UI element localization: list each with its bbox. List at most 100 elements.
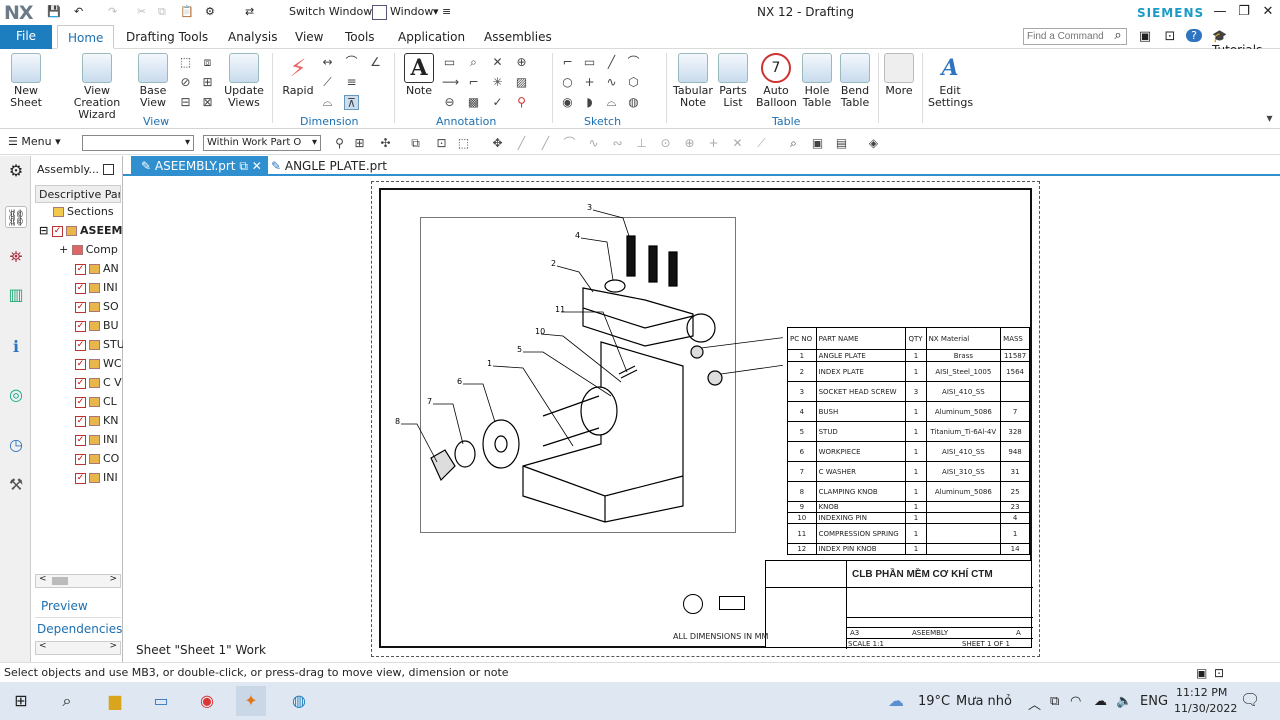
undo-icon[interactable]: ↶ (74, 5, 89, 20)
checkbox-icon[interactable]: ✓ (75, 263, 86, 275)
feature-control-frame-icon[interactable]: ▭ (442, 55, 457, 70)
datum-feature-icon[interactable]: ⌕ (466, 55, 481, 70)
language-indicator[interactable]: ENG (1140, 694, 1168, 709)
table-row[interactable]: 3 SOCKET HEAD SCREW 3 AISI_410_SS (787, 381, 1030, 402)
table-row[interactable]: 2 INDEX PLATE 1 AISI_Steel_1005 1564 (787, 361, 1030, 382)
preview-panel-link[interactable]: Preview (41, 599, 88, 613)
edit-settings-button[interactable]: A Edit Settings (928, 53, 973, 109)
tree-item-sections[interactable]: Sections (53, 205, 114, 223)
redo-icon[interactable]: ↷ (108, 5, 123, 20)
weld-symbol-icon[interactable]: ✳ (490, 75, 505, 90)
projected-view-icon[interactable]: ⬚ (178, 55, 193, 70)
horizontal-scrollbar[interactable]: < > (35, 641, 121, 655)
checkbox-icon[interactable]: ✓ (75, 320, 86, 332)
check-mark-icon[interactable]: ✓ (490, 95, 505, 110)
tree-item-part[interactable]: ✓ CL (75, 395, 117, 413)
linear-dimension-icon[interactable]: ↔ (320, 55, 335, 70)
center-mark-icon[interactable]: ⊕ (514, 55, 529, 70)
file-explorer-icon[interactable]: ▆ (100, 686, 130, 716)
studio-spline-icon[interactable]: ∿ (604, 75, 619, 90)
title-block[interactable]: CLB PHẦN MỀM CƠ KHÍ CTM A3 ASEEMBLY A SC… (765, 560, 1033, 649)
checkbox-icon[interactable]: ✓ (75, 282, 86, 294)
tree-item-part[interactable]: ✓ KN (75, 414, 118, 432)
checkbox-icon[interactable]: ✓ (75, 434, 86, 446)
window-layout-icon[interactable]: ▣ (1137, 29, 1153, 44)
profile-icon[interactable]: ⌐ (560, 55, 575, 70)
balloon-number[interactable]: 7 (427, 397, 432, 406)
view-boundary-icon[interactable]: ⊟ (178, 95, 193, 110)
cut-icon[interactable]: ✂ (137, 5, 152, 20)
ellipse-icon[interactable]: ◉ (560, 95, 575, 110)
select-all-icon[interactable]: ⊞ (352, 136, 367, 151)
tree-item-part[interactable]: ✓ WC (75, 357, 122, 375)
copy-icon[interactable]: ⧉ (158, 5, 173, 20)
polygon-icon[interactable]: ⬡ (626, 75, 641, 90)
circle-icon[interactable]: ○ (560, 75, 575, 90)
scroll-right-icon[interactable]: > (109, 574, 117, 584)
tree-item-part[interactable]: ✓ INI (75, 471, 118, 489)
navigator-toggle-icon[interactable] (103, 164, 114, 175)
break-view-icon[interactable]: ⊞ (200, 75, 215, 90)
endpoint-snap-icon[interactable]: ⊥ (634, 136, 649, 151)
base-view-button[interactable]: Base View (136, 53, 170, 109)
quadrant-snap-icon[interactable]: ⊕ (682, 136, 697, 151)
fullscreen-icon[interactable]: ⊡ (1162, 29, 1178, 44)
window-menu-button[interactable]: Window (390, 5, 433, 18)
reuse-library-icon[interactable]: ▥ (5, 284, 27, 306)
clock-time[interactable]: 11:12 PM (1176, 686, 1227, 699)
ordinate-dimension-icon[interactable]: ⊼ (344, 95, 359, 110)
target-point-icon[interactable]: ✕ (490, 55, 505, 70)
line-icon[interactable]: ╱ (604, 55, 619, 70)
scrollbar-thumb[interactable] (52, 577, 68, 585)
checkbox-icon[interactable]: ✓ (75, 301, 86, 313)
tabular-note-button[interactable]: Tabular Note (672, 53, 714, 109)
arc-icon[interactable]: ⌒ (626, 55, 641, 70)
tab-aseembly-prt[interactable]: ✎ ASEEMBLY.prt ⧉ ✕ (131, 156, 268, 176)
popout-icon[interactable]: ⧉ (239, 159, 248, 173)
curve-snap-icon[interactable]: ∾ (610, 136, 625, 151)
center-snap-icon[interactable]: ⊙ (658, 136, 673, 151)
deselect-icon[interactable]: ⊡ (434, 136, 449, 151)
tangent-snap-icon[interactable]: ╱ (538, 136, 553, 151)
volume-icon[interactable]: 🔈 (1116, 694, 1132, 709)
minimize-icon[interactable]: — (1210, 4, 1230, 19)
checkbox-icon[interactable]: ✓ (75, 339, 86, 351)
table-row[interactable]: 10 INDEXING PIN 1 4 (787, 512, 1030, 524)
network-icon[interactable]: ⧉ (1050, 694, 1059, 709)
image-icon[interactable]: ▩ (466, 95, 481, 110)
scroll-left-icon[interactable]: < (39, 574, 47, 584)
point-snap-icon[interactable]: + (706, 136, 721, 151)
status-options-icon[interactable]: ▣ (1196, 666, 1207, 680)
scroll-right-icon[interactable]: > (109, 641, 117, 651)
roles-icon[interactable]: ⚒ (5, 474, 27, 496)
parts-list-button[interactable]: Parts List (716, 53, 750, 109)
leader-icon[interactable]: ⟶ (442, 75, 459, 90)
constraint-navigator-icon[interactable]: ⛯ (5, 246, 27, 268)
laptop-app-icon[interactable]: ▭ (146, 686, 176, 716)
switch-window-button[interactable]: Switch Window (289, 5, 372, 18)
tab-home[interactable]: Home (57, 25, 115, 49)
midpoint-snap-icon[interactable]: ⟋ (754, 136, 769, 151)
drawing-canvas[interactable]: 342111051678129 PC NOPART NAMEQTYNX Mate… (123, 176, 1280, 662)
scroll-left-icon[interactable]: < (39, 641, 47, 651)
line-snap-icon[interactable]: ╱ (514, 136, 529, 151)
table-row[interactable]: 11 COMPRESSION SPRING 1 1 (787, 523, 1030, 544)
table-row[interactable]: 9 KNOB 1 23 (787, 501, 1030, 513)
hatch-icon[interactable]: ▨ (514, 75, 529, 90)
tab-application[interactable]: Application (388, 25, 475, 49)
layer-icon[interactable]: ▤ (834, 136, 849, 151)
rectangle-icon[interactable]: ▭ (582, 55, 597, 70)
selection-scope-dropdown[interactable]: Within Work Part O ▾ (203, 135, 321, 151)
spline-snap-icon[interactable]: ∿ (586, 136, 601, 151)
table-row[interactable]: 4 BUSH 1 Aluminum_5086 7 (787, 401, 1030, 422)
thickness-dimension-icon[interactable]: ≡ (344, 75, 359, 90)
tab-view[interactable]: View (285, 25, 333, 49)
menu-button[interactable]: ☰ Menu ▾ (8, 135, 61, 148)
tree-item-root[interactable]: ⊟ ✓ ASEEM (39, 224, 122, 242)
tab-drafting-tools[interactable]: Drafting Tools (116, 25, 218, 49)
table-row[interactable]: 12 INDEX PIN KNOB 1 14 (787, 543, 1030, 555)
weather-icon[interactable]: ☁ (888, 691, 904, 710)
checkbox-icon[interactable]: ✓ (75, 453, 86, 465)
chevron-up-icon[interactable]: ︿ (1028, 694, 1041, 713)
history-icon[interactable]: ◷ (5, 434, 27, 456)
